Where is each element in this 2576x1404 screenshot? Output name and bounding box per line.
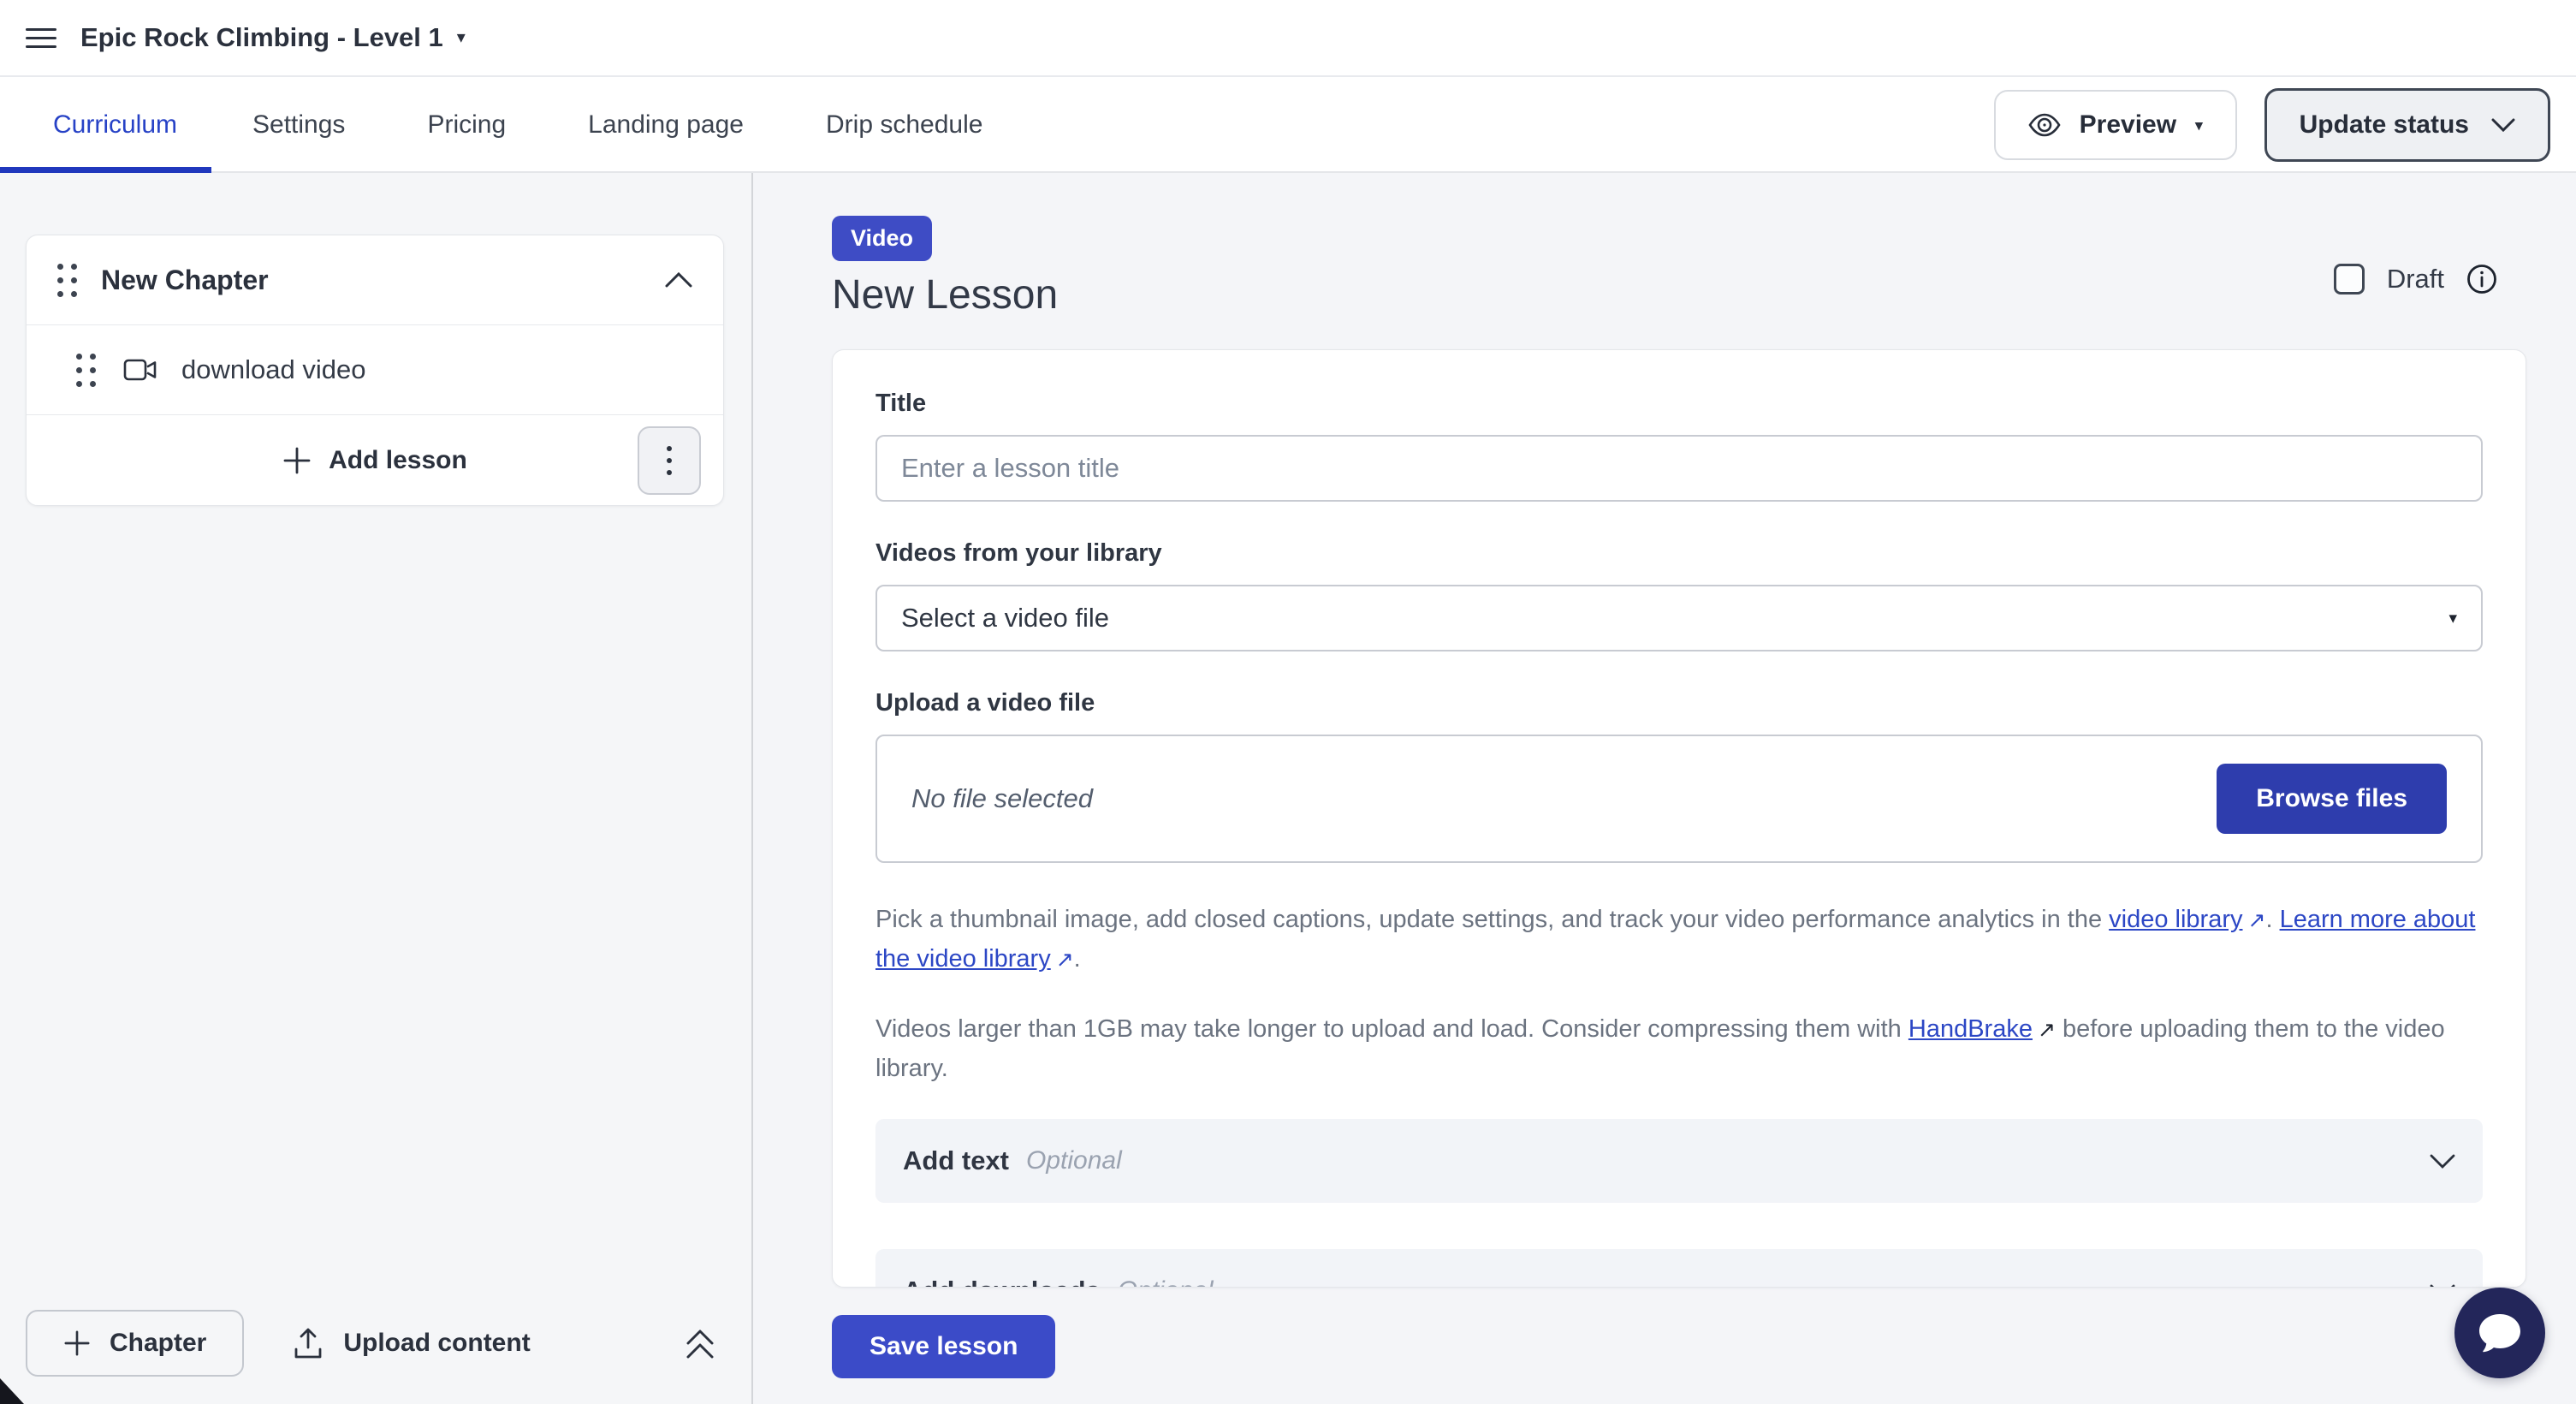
drag-handle-icon[interactable] xyxy=(57,264,77,297)
lesson-item[interactable]: download video xyxy=(27,325,723,415)
course-title: Epic Rock Climbing - Level 1 xyxy=(80,22,443,53)
video-library-help-text: Pick a thumbnail image, add closed capti… xyxy=(875,901,2483,979)
tabs: Curriculum Settings Pricing Landing page… xyxy=(0,77,1024,173)
tab-curriculum[interactable]: Curriculum xyxy=(0,77,211,173)
upload-field-group: Upload a video file No file selected Bro… xyxy=(875,689,2483,863)
save-lesson-button[interactable]: Save lesson xyxy=(832,1315,1055,1378)
add-downloads-accordion[interactable]: Add downloads Optional xyxy=(875,1249,2483,1288)
page-title: New Lesson xyxy=(832,271,2576,318)
preview-button[interactable]: Preview ▾ xyxy=(1994,90,2237,160)
optional-label: Optional xyxy=(1026,1146,1122,1175)
chat-widget-button[interactable] xyxy=(2454,1288,2545,1378)
eye-icon xyxy=(2028,113,2061,137)
lesson-form-card: Title Videos from your library Select a … xyxy=(832,349,2526,1288)
add-chapter-label: Chapter xyxy=(110,1329,206,1358)
chapter-card: New Chapter download video xyxy=(26,235,724,506)
chevron-down-icon xyxy=(2430,1154,2455,1169)
file-size-help-text: Videos larger than 1GB may take longer t… xyxy=(875,1010,2483,1088)
app-screen: Epic Rock Climbing - Level 1 ▾ Curriculu… xyxy=(0,0,2576,1404)
chapter-title: New Chapter xyxy=(101,265,665,296)
lesson-editor: Video New Lesson Draft Title Videos from… xyxy=(753,173,2576,1404)
upload-field-label: Upload a video file xyxy=(875,689,2483,717)
lesson-title: download video xyxy=(181,354,365,385)
tab-pricing[interactable]: Pricing xyxy=(386,77,547,173)
external-link-icon: ↗ xyxy=(2038,1011,2056,1050)
update-status-label: Update status xyxy=(2300,110,2469,140)
video-library-select-value: Select a video file xyxy=(901,603,1109,634)
caret-down-icon: ▾ xyxy=(2448,610,2457,627)
no-file-text: No file selected xyxy=(911,783,1093,814)
draft-label: Draft xyxy=(2387,264,2444,294)
library-field-group: Videos from your library Select a video … xyxy=(875,539,2483,651)
add-text-label: Add text xyxy=(903,1145,1009,1176)
external-link-icon: ↗ xyxy=(1056,941,1074,979)
collapse-all-button[interactable] xyxy=(685,1326,715,1360)
add-downloads-label: Add downloads xyxy=(903,1276,1101,1288)
body-row: New Chapter download video xyxy=(0,173,2576,1404)
title-field-group: Title xyxy=(875,390,2483,502)
add-text-accordion[interactable]: Add text Optional xyxy=(875,1119,2483,1203)
handbrake-link[interactable]: HandBrake xyxy=(1908,1015,2033,1043)
optional-label: Optional xyxy=(1118,1276,1214,1288)
header-actions: Preview ▾ Update status xyxy=(1994,77,2550,173)
chapter-header-row[interactable]: New Chapter xyxy=(27,235,723,325)
upload-content-label: Upload content xyxy=(343,1329,530,1358)
caret-down-icon: ▾ xyxy=(457,29,466,46)
video-camera-icon xyxy=(123,359,157,381)
add-lesson-button[interactable]: Add lesson xyxy=(282,446,467,475)
tab-landing-page[interactable]: Landing page xyxy=(547,77,785,173)
upload-content-button[interactable]: Upload content xyxy=(294,1327,530,1359)
add-lesson-label: Add lesson xyxy=(329,446,467,475)
info-icon[interactable] xyxy=(2466,264,2497,294)
chevron-up-icon[interactable] xyxy=(665,272,692,288)
chapter-kebab-menu-button[interactable] xyxy=(638,426,701,495)
draft-checkbox[interactable] xyxy=(2334,264,2365,294)
chevron-down-icon xyxy=(2491,118,2515,132)
add-chapter-button[interactable]: Chapter xyxy=(26,1310,244,1377)
tab-drip-schedule[interactable]: Drip schedule xyxy=(785,77,1024,173)
chat-bubble-icon xyxy=(2476,1311,2524,1355)
lesson-title-input[interactable] xyxy=(875,435,2483,502)
top-bar: Epic Rock Climbing - Level 1 ▾ xyxy=(0,0,2576,77)
double-chevron-up-icon xyxy=(685,1326,715,1360)
hamburger-menu-icon[interactable] xyxy=(26,25,56,51)
upload-icon xyxy=(294,1327,323,1359)
lesson-type-badge: Video xyxy=(832,216,932,261)
file-drop-area[interactable]: No file selected Browse files xyxy=(875,735,2483,863)
update-status-button[interactable]: Update status xyxy=(2264,88,2550,162)
chevron-down-icon xyxy=(2430,1284,2455,1288)
sidebar-footer: Chapter Upload content xyxy=(26,1310,715,1377)
curriculum-sidebar: New Chapter download video xyxy=(0,173,753,1404)
title-field-label: Title xyxy=(875,390,2483,418)
draft-toggle-group: Draft xyxy=(2334,264,2497,294)
plus-icon xyxy=(282,446,312,475)
external-link-icon: ↗ xyxy=(2247,901,2265,940)
drag-handle-icon[interactable] xyxy=(76,354,96,387)
caret-down-icon: ▾ xyxy=(2195,118,2203,133)
video-library-select[interactable]: Select a video file ▾ xyxy=(875,585,2483,651)
browse-files-button[interactable]: Browse files xyxy=(2217,764,2447,834)
preview-label: Preview xyxy=(2080,110,2176,140)
course-title-dropdown[interactable]: Epic Rock Climbing - Level 1 ▾ xyxy=(80,22,466,53)
tab-bar: Curriculum Settings Pricing Landing page… xyxy=(0,77,2576,173)
plus-icon xyxy=(63,1330,91,1357)
library-field-label: Videos from your library xyxy=(875,539,2483,568)
video-library-link[interactable]: video library↗ xyxy=(2109,906,2265,933)
corner-artifact xyxy=(0,1378,24,1404)
add-lesson-row: Add lesson xyxy=(27,415,723,505)
tab-settings[interactable]: Settings xyxy=(211,77,386,173)
